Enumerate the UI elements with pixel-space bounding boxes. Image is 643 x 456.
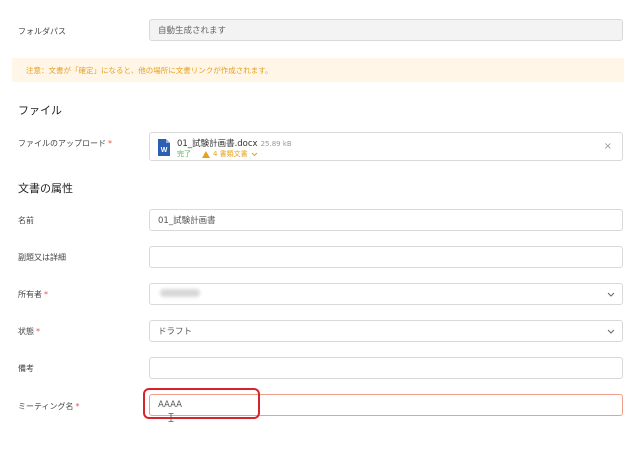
notice-text: 注意：文書が「確定」になると、他の場所に文書リンクが作成されます。 xyxy=(26,65,273,75)
notice-banner: 注意：文書が「確定」になると、他の場所に文書リンクが作成されます。 xyxy=(12,58,624,82)
name-input[interactable]: 01_試験計画書 xyxy=(149,209,623,231)
annotation-highlight-box xyxy=(143,388,260,419)
remarks-input[interactable] xyxy=(149,357,623,379)
chevron-down-icon xyxy=(607,292,615,297)
folder-path-field: 自動生成されます xyxy=(149,19,623,41)
subtitle-input[interactable] xyxy=(149,246,623,268)
text-cursor-icon xyxy=(168,413,174,422)
owner-label: 所有者 * xyxy=(18,290,48,299)
upload-label: ファイルのアップロード * xyxy=(18,139,112,148)
upload-status: 完了 xyxy=(177,150,191,158)
remove-file-icon[interactable]: × xyxy=(604,141,612,152)
status-select[interactable]: ドラフト xyxy=(149,320,623,342)
upload-item[interactable]: W 01_試験計画書.docx 25.89 kB 完了 4 書類文書 × xyxy=(149,132,623,161)
owner-redacted-value xyxy=(160,289,200,297)
warning-icon xyxy=(202,150,210,158)
upload-file-size: 25.89 kB xyxy=(260,140,292,148)
remarks-label: 備考 xyxy=(18,364,34,373)
chevron-down-icon xyxy=(251,152,258,156)
attributes-section-title: 文書の属性 xyxy=(18,182,73,195)
status-label: 状態 * xyxy=(18,327,40,336)
file-section-title: ファイル xyxy=(18,104,62,117)
folder-path-label: フォルダパス xyxy=(18,27,66,36)
meeting-name-label: ミーティング名 * xyxy=(18,402,80,411)
subtitle-label: 副題又は詳細 xyxy=(18,253,66,262)
word-file-icon: W xyxy=(158,139,170,156)
svg-text:W: W xyxy=(161,147,168,154)
folder-path-value: 自動生成されます xyxy=(158,26,227,36)
upload-file-name: 01_試験計画書.docx 25.89 kB xyxy=(177,139,292,149)
owner-select[interactable] xyxy=(149,283,623,305)
chevron-down-icon xyxy=(607,329,615,334)
name-label: 名前 xyxy=(18,216,34,225)
upload-warning[interactable]: 4 書類文書 xyxy=(202,149,258,159)
